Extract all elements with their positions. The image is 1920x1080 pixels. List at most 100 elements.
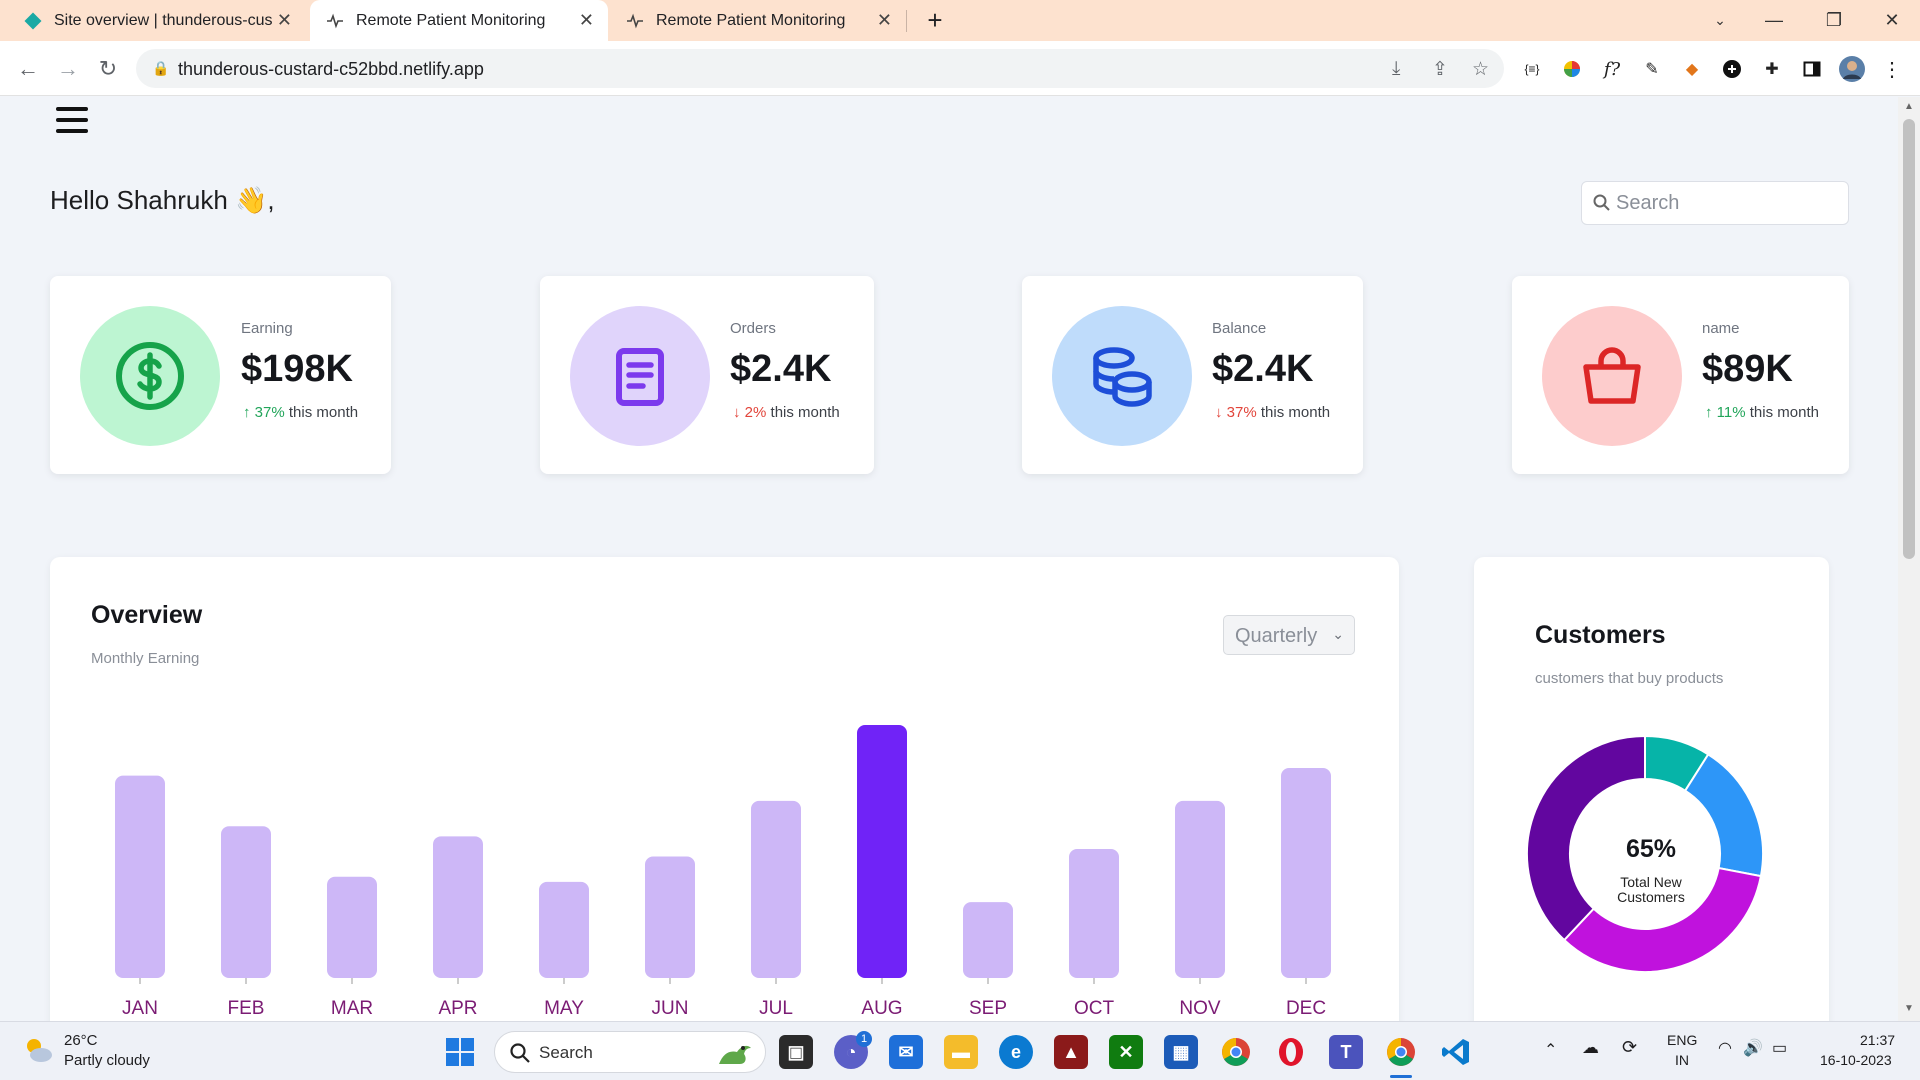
bar-nov[interactable] bbox=[1175, 800, 1225, 978]
weather-icon[interactable] bbox=[22, 1034, 54, 1071]
bar-dec[interactable] bbox=[1281, 768, 1331, 978]
mail-icon[interactable]: ✉ bbox=[889, 1035, 923, 1069]
edge-icon[interactable]: e bbox=[999, 1035, 1033, 1069]
battery-icon[interactable]: ▭ bbox=[1772, 1038, 1787, 1058]
openai-extension-icon[interactable] bbox=[1719, 56, 1745, 82]
earning-icon-circle bbox=[80, 306, 220, 446]
browser-menu-icon[interactable]: ⋮ bbox=[1879, 56, 1905, 82]
bar-may[interactable] bbox=[539, 881, 589, 978]
search-input[interactable] bbox=[1616, 188, 1836, 218]
coins-icon bbox=[1093, 347, 1152, 407]
address-bar[interactable]: 🔒 thunderous-custard-c52bbd.netlify.app … bbox=[136, 49, 1504, 88]
chrome-active-icon[interactable] bbox=[1384, 1035, 1418, 1069]
stat-card-orders: Orders $2.4K ↓ 2% this month bbox=[540, 276, 874, 474]
close-tab-icon[interactable]: ✕ bbox=[277, 10, 292, 31]
profile-avatar[interactable] bbox=[1839, 56, 1865, 82]
trend-text: this month bbox=[770, 404, 840, 421]
file-explorer-icon[interactable]: ▬ bbox=[944, 1035, 978, 1069]
trend-text: this month bbox=[1749, 404, 1819, 421]
color-picker-extension-icon[interactable] bbox=[1559, 56, 1585, 82]
page-scrollbar[interactable]: ▲ ▼ bbox=[1898, 97, 1920, 1021]
search-box[interactable] bbox=[1581, 181, 1849, 225]
back-icon[interactable]: ← bbox=[14, 55, 42, 83]
bar-feb[interactable] bbox=[221, 826, 271, 978]
scrollbar-thumb[interactable] bbox=[1903, 119, 1915, 559]
close-tab-icon[interactable]: ✕ bbox=[877, 10, 892, 31]
stat-label: Orders bbox=[730, 320, 776, 337]
install-app-icon[interactable]: ⤓ bbox=[1392, 58, 1400, 80]
trend-percent: 11% bbox=[1716, 404, 1746, 421]
stat-value: $2.4K bbox=[730, 348, 832, 390]
highlighter-extension-icon[interactable]: ✎ bbox=[1639, 56, 1665, 82]
bar-jan[interactable] bbox=[115, 775, 165, 978]
trend-text: this month bbox=[1260, 404, 1331, 421]
trend-down-icon: ↓ bbox=[733, 404, 741, 421]
stat-card-name: name $89K ↑ 11% this month bbox=[1512, 276, 1849, 474]
volume-icon[interactable]: 🔊 bbox=[1743, 1038, 1763, 1058]
stat-card-earning: Earning $198K ↑ 37% this month bbox=[50, 276, 391, 474]
bar-oct[interactable] bbox=[1069, 848, 1119, 978]
customers-donut-chart bbox=[1526, 734, 1764, 973]
app-red-icon[interactable]: ▲ bbox=[1054, 1035, 1088, 1069]
reload-icon[interactable]: ↻ bbox=[94, 55, 122, 83]
bar-jun[interactable] bbox=[645, 856, 695, 978]
metamask-extension-icon[interactable]: ◆ bbox=[1679, 56, 1705, 82]
task-view-icon[interactable]: ▣ bbox=[779, 1035, 813, 1069]
hamburger-menu-icon[interactable] bbox=[56, 107, 88, 133]
clock-time[interactable]: 21:37 bbox=[1860, 1032, 1895, 1048]
tab-search-chevron-icon[interactable]: ⌄ bbox=[1692, 0, 1748, 41]
maximize-icon[interactable]: ❐ bbox=[1806, 0, 1862, 41]
browser-toolbar: ← → ↻ 🔒 thunderous-custard-c52bbd.netlif… bbox=[0, 41, 1920, 96]
stat-label: Balance bbox=[1212, 320, 1267, 337]
opera-icon[interactable] bbox=[1274, 1035, 1308, 1069]
onedrive-icon[interactable]: ☁ bbox=[1582, 1038, 1599, 1058]
bar-mar[interactable] bbox=[327, 876, 377, 978]
bookmark-star-icon[interactable]: ☆ bbox=[1472, 58, 1489, 81]
windows-start-icon[interactable] bbox=[445, 1037, 475, 1072]
customers-panel: Customers customers that buy products 65… bbox=[1474, 557, 1829, 1021]
show-hidden-icons-chevron-icon[interactable]: ⌃ bbox=[1544, 1040, 1557, 1060]
close-tab-icon[interactable]: ✕ bbox=[579, 10, 594, 31]
language-line1[interactable]: ENG bbox=[1667, 1032, 1697, 1048]
xbox-icon[interactable]: ✕ bbox=[1109, 1035, 1143, 1069]
shopping-bag-icon bbox=[1583, 347, 1641, 404]
stat-label: name bbox=[1702, 320, 1740, 337]
balance-icon-circle bbox=[1052, 306, 1192, 446]
taskbar-search[interactable]: Search bbox=[494, 1031, 766, 1073]
bar-sep[interactable] bbox=[963, 902, 1013, 978]
side-panel-icon[interactable] bbox=[1799, 56, 1825, 82]
json-extension-icon[interactable]: {≡} bbox=[1519, 56, 1545, 82]
close-window-icon[interactable]: ✕ bbox=[1864, 0, 1920, 41]
chat-badge: 1 bbox=[856, 1031, 872, 1047]
minimize-icon[interactable]: — bbox=[1746, 0, 1802, 41]
wifi-icon[interactable]: ◠ bbox=[1718, 1038, 1732, 1058]
orders-icon-circle bbox=[570, 306, 710, 446]
lock-icon: 🔒 bbox=[152, 60, 170, 76]
forward-icon[interactable]: → bbox=[54, 55, 82, 83]
font-finder-extension-icon[interactable]: f? bbox=[1599, 56, 1625, 82]
scroll-up-icon[interactable]: ▲ bbox=[1904, 101, 1914, 112]
extensions-puzzle-icon[interactable]: ✚ bbox=[1759, 56, 1785, 82]
browser-tab-site-overview[interactable]: Site overview | thunderous-custa ✕ bbox=[10, 0, 306, 41]
url-text: thunderous-custard-c52bbd.netlify.app bbox=[178, 59, 484, 79]
language-line2[interactable]: IN bbox=[1675, 1052, 1689, 1068]
browser-tab-remote-patient-active[interactable]: Remote Patient Monitoring ✕ bbox=[310, 0, 608, 41]
taskbar-search-label: Search bbox=[539, 1043, 593, 1062]
chrome-icon[interactable] bbox=[1219, 1035, 1253, 1069]
dollar-icon bbox=[116, 342, 184, 410]
bar-aug[interactable] bbox=[857, 725, 907, 978]
clock-date[interactable]: 16-10-2023 bbox=[1820, 1052, 1892, 1068]
search-icon bbox=[509, 1042, 531, 1069]
stat-value: $89K bbox=[1702, 348, 1793, 390]
browser-tab-remote-patient[interactable]: Remote Patient Monitoring ✕ bbox=[610, 0, 906, 41]
vscode-icon[interactable] bbox=[1439, 1035, 1473, 1069]
x-axis-label: NOV bbox=[1179, 998, 1221, 1019]
new-tab-button[interactable]: + bbox=[920, 0, 950, 41]
sync-icon[interactable]: ⟳ bbox=[1622, 1037, 1637, 1058]
microsoft-store-icon[interactable]: ▦ bbox=[1164, 1035, 1198, 1069]
scroll-down-icon[interactable]: ▼ bbox=[1904, 1003, 1914, 1014]
bar-apr[interactable] bbox=[433, 836, 483, 978]
bar-jul[interactable] bbox=[751, 800, 801, 978]
teams-icon[interactable]: T bbox=[1329, 1035, 1363, 1069]
share-icon[interactable]: ⇪ bbox=[1432, 58, 1448, 81]
